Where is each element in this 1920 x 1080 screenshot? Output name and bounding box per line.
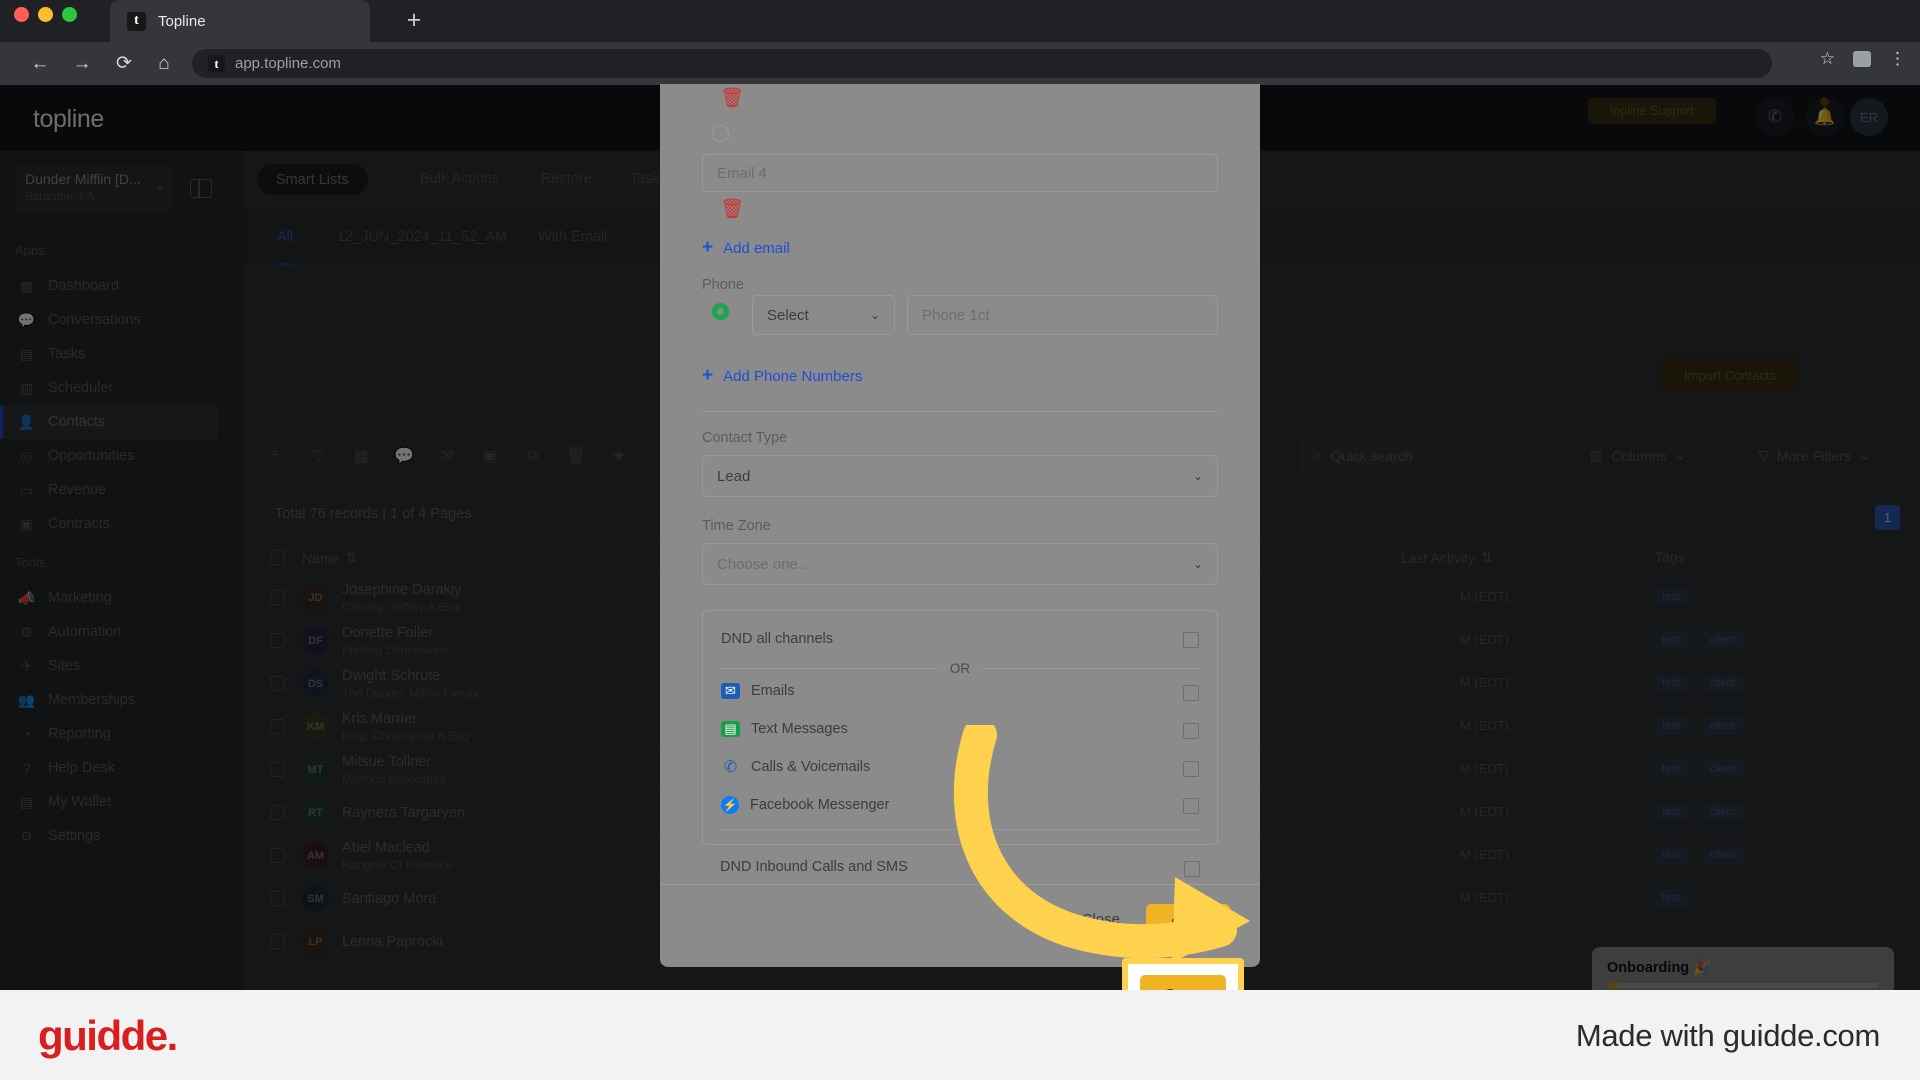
dnd-all-channels-label: DND all channels bbox=[721, 631, 833, 647]
tab-strip: t Topline + bbox=[0, 0, 1920, 42]
home-icon[interactable]: ⌂ bbox=[152, 52, 176, 76]
delete-email-4-icon[interactable]: 🗑 bbox=[720, 197, 744, 221]
guidde-logo: guidde. bbox=[38, 1012, 177, 1060]
close-button[interactable]: Close bbox=[1082, 911, 1120, 928]
close-window-button[interactable] bbox=[14, 7, 29, 22]
dnd-inbound-label: DND Inbound Calls and SMS bbox=[720, 859, 908, 875]
channel-label: Emails bbox=[751, 683, 795, 699]
contact-type-value: Lead bbox=[717, 468, 750, 485]
channel-checkbox-emails[interactable] bbox=[1183, 685, 1199, 701]
add-email-label: Add email bbox=[723, 240, 790, 257]
phone-country-select[interactable]: Select ⌄ bbox=[752, 295, 895, 335]
channel-label: Facebook Messenger bbox=[750, 797, 889, 813]
screen: t Topline + ← → ⟳ ⌂ t app.topline.com ☆ … bbox=[0, 0, 1920, 1080]
phone-country-value: Select bbox=[767, 307, 809, 324]
contact-type-select[interactable]: Lead ⌄ bbox=[702, 455, 1218, 497]
guidde-footer: guidde. Made with guidde.com bbox=[0, 990, 1920, 1080]
application: topline topline Support ✆ 🔔 ER Dunder Mi… bbox=[0, 85, 1920, 990]
plus-icon: + bbox=[702, 237, 713, 259]
dnd-all-channels-checkbox[interactable] bbox=[1183, 632, 1199, 648]
maximize-window-button[interactable] bbox=[62, 7, 77, 22]
bookmark-star-icon[interactable]: ☆ bbox=[1820, 49, 1835, 69]
timezone-label: Time Zone bbox=[702, 518, 771, 534]
dnd-all-channels-row[interactable]: DND all channels bbox=[721, 631, 833, 647]
channel-checkbox-calls-voicemails[interactable] bbox=[1183, 761, 1199, 777]
address-bar[interactable]: t app.topline.com bbox=[192, 49, 1772, 78]
modal-body: 🗑 Email 4 🗑 + Add email Phone Select ⌄ P… bbox=[660, 84, 1260, 884]
chevron-down-icon: ⌄ bbox=[870, 308, 880, 322]
guidde-tagline: Made with guidde.com bbox=[1576, 1018, 1880, 1054]
dnd-settings-card: DND all channels OR ✉ Emails ▤ bbox=[702, 610, 1218, 845]
site-favicon-icon: t bbox=[208, 55, 225, 72]
channel-label: Calls & Voicemails bbox=[751, 759, 870, 775]
phone-section-label: Phone bbox=[702, 277, 744, 293]
delete-email-3-icon[interactable]: 🗑 bbox=[720, 86, 744, 110]
divider bbox=[702, 411, 1218, 412]
extensions-icon[interactable] bbox=[1853, 51, 1871, 67]
add-email-link[interactable]: + Add email bbox=[702, 237, 790, 259]
add-phone-numbers-link[interactable]: + Add Phone Numbers bbox=[702, 365, 862, 387]
timezone-select[interactable]: Choose one... ⌄ bbox=[702, 543, 1218, 585]
browser-chrome: t Topline + ← → ⟳ ⌂ t app.topline.com ☆ … bbox=[0, 0, 1920, 85]
dnd-inbound-row[interactable]: DND Inbound Calls and SMS bbox=[720, 859, 908, 875]
phone-1-input[interactable]: Phone 1ct bbox=[907, 295, 1218, 335]
email-icon: ✉ bbox=[721, 683, 740, 699]
browser-menu-icon[interactable]: ⋮ bbox=[1889, 49, 1906, 69]
browser-tab[interactable]: t Topline bbox=[110, 0, 370, 42]
channel-row-facebook-messenger[interactable]: ⚡ Facebook Messenger bbox=[721, 796, 889, 814]
new-tab-button[interactable]: + bbox=[400, 8, 428, 36]
phone-call-icon: ✆ bbox=[721, 759, 740, 775]
sms-icon: ▤ bbox=[721, 721, 740, 737]
browser-toolbar: ← → ⟳ ⌂ t app.topline.com ☆ ⋮ bbox=[0, 42, 1920, 85]
chevron-down-icon: ⌄ bbox=[1193, 469, 1203, 483]
channel-row-text-messages[interactable]: ▤ Text Messages bbox=[721, 721, 848, 737]
back-icon[interactable]: ← bbox=[28, 52, 52, 76]
or-separator: OR bbox=[721, 661, 1199, 676]
url-text: app.topline.com bbox=[235, 55, 341, 72]
email-4-primary-radio[interactable] bbox=[712, 125, 729, 142]
divider bbox=[721, 829, 1199, 830]
channel-checkbox-facebook-messenger[interactable] bbox=[1183, 798, 1199, 814]
phone-1-primary-radio[interactable] bbox=[712, 303, 729, 320]
channel-row-emails[interactable]: ✉ Emails bbox=[721, 683, 795, 699]
email-4-input[interactable]: Email 4 bbox=[702, 154, 1218, 192]
forward-icon[interactable]: → bbox=[70, 52, 94, 76]
modal-footer: Close Save bbox=[660, 884, 1260, 967]
plus-icon: + bbox=[702, 365, 713, 387]
channel-label: Text Messages bbox=[751, 721, 848, 737]
or-label: OR bbox=[950, 661, 970, 676]
facebook-messenger-icon: ⚡ bbox=[721, 796, 739, 814]
edit-contact-modal: 🗑 Email 4 🗑 + Add email Phone Select ⌄ P… bbox=[660, 84, 1260, 967]
minimize-window-button[interactable] bbox=[38, 7, 53, 22]
channel-row-calls-voicemails[interactable]: ✆ Calls & Voicemails bbox=[721, 759, 870, 775]
channel-checkbox-text-messages[interactable] bbox=[1183, 723, 1199, 739]
window-controls[interactable] bbox=[14, 7, 77, 22]
contact-type-label: Contact Type bbox=[702, 430, 787, 446]
tab-title: Topline bbox=[158, 13, 206, 30]
reload-icon[interactable]: ⟳ bbox=[112, 52, 136, 76]
dnd-inbound-checkbox[interactable] bbox=[1184, 861, 1200, 877]
save-button[interactable]: Save bbox=[1146, 904, 1230, 942]
timezone-value: Choose one... bbox=[717, 556, 810, 573]
chevron-down-icon: ⌄ bbox=[1193, 557, 1203, 571]
omnibox-actions: ☆ ⋮ bbox=[1820, 49, 1906, 69]
topline-favicon-icon: t bbox=[127, 12, 146, 31]
add-phone-label: Add Phone Numbers bbox=[723, 368, 862, 385]
